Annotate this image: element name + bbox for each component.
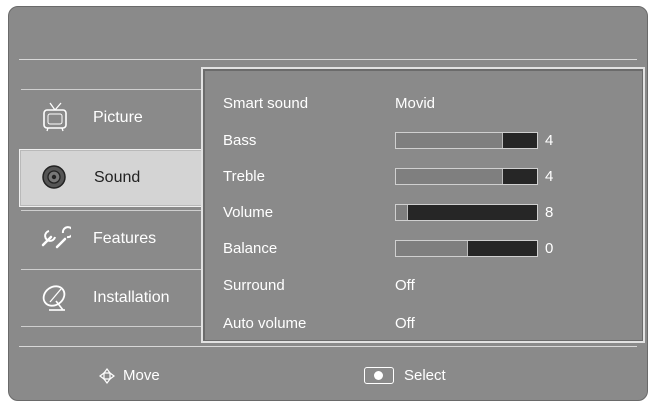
setting-surround[interactable]: Surround Off bbox=[203, 269, 643, 305]
treble-slider[interactable] bbox=[395, 168, 538, 185]
setting-label: Surround bbox=[223, 277, 285, 294]
ok-button-icon bbox=[364, 367, 394, 384]
navigation-arrows-icon bbox=[97, 366, 117, 386]
tools-icon bbox=[39, 223, 74, 253]
footer-hints: Move Select bbox=[9, 353, 649, 393]
sidebar-item-installation[interactable]: Installation bbox=[21, 269, 201, 327]
setting-treble[interactable]: Treble 4 bbox=[203, 160, 643, 196]
top-divider bbox=[19, 59, 637, 60]
sound-settings-panel: Smart sound Movid Bass 4 Treble 4 Volume… bbox=[201, 67, 645, 343]
sidebar-item-picture[interactable]: Picture bbox=[21, 89, 201, 146]
slider-fill bbox=[396, 205, 409, 220]
sidebar-item-label: Picture bbox=[93, 109, 143, 126]
setting-value: 4 bbox=[545, 132, 554, 149]
sidebar-item-label: Features bbox=[93, 230, 157, 247]
sidebar-item-label: Installation bbox=[93, 289, 170, 306]
slider-fill bbox=[396, 169, 503, 184]
setting-label: Bass bbox=[223, 132, 257, 149]
tv-icon bbox=[39, 102, 71, 132]
sidebar-item-label: Sound bbox=[94, 169, 141, 186]
setting-value: 0 bbox=[545, 240, 554, 257]
setting-label: Balance bbox=[223, 240, 278, 257]
sidebar: Picture Sound Features Installation bbox=[19, 89, 205, 329]
setting-value: 8 bbox=[545, 204, 554, 221]
bottom-divider bbox=[19, 346, 637, 347]
sidebar-item-sound[interactable]: Sound bbox=[19, 149, 205, 207]
setting-volume[interactable]: Volume 8 bbox=[203, 196, 643, 232]
setting-label: Treble bbox=[223, 168, 265, 185]
setting-value: Movid bbox=[395, 95, 436, 112]
tv-menu-window: Picture Sound Features Installation Smar… bbox=[8, 6, 648, 401]
slider-fill bbox=[396, 241, 468, 256]
setting-value: 4 bbox=[545, 168, 554, 185]
setting-value: Off bbox=[395, 277, 415, 294]
setting-value: Off bbox=[395, 315, 415, 332]
setting-balance[interactable]: Balance 0 bbox=[203, 232, 643, 268]
setting-label: Volume bbox=[223, 204, 274, 221]
slider-fill bbox=[396, 133, 503, 148]
satellite-dish-icon bbox=[39, 282, 71, 312]
speaker-icon bbox=[40, 161, 72, 191]
setting-bass[interactable]: Bass 4 bbox=[203, 124, 643, 160]
setting-auto-volume[interactable]: Auto volume Off bbox=[203, 307, 643, 343]
setting-label: Smart sound bbox=[223, 95, 309, 112]
volume-slider[interactable] bbox=[395, 204, 538, 221]
bass-slider[interactable] bbox=[395, 132, 538, 149]
balance-slider[interactable] bbox=[395, 240, 538, 257]
move-label: Move bbox=[123, 367, 160, 384]
select-label: Select bbox=[404, 367, 446, 384]
setting-smart-sound[interactable]: Smart sound Movid bbox=[203, 87, 643, 123]
setting-label: Auto volume bbox=[223, 315, 307, 332]
sidebar-item-features[interactable]: Features bbox=[21, 210, 201, 267]
